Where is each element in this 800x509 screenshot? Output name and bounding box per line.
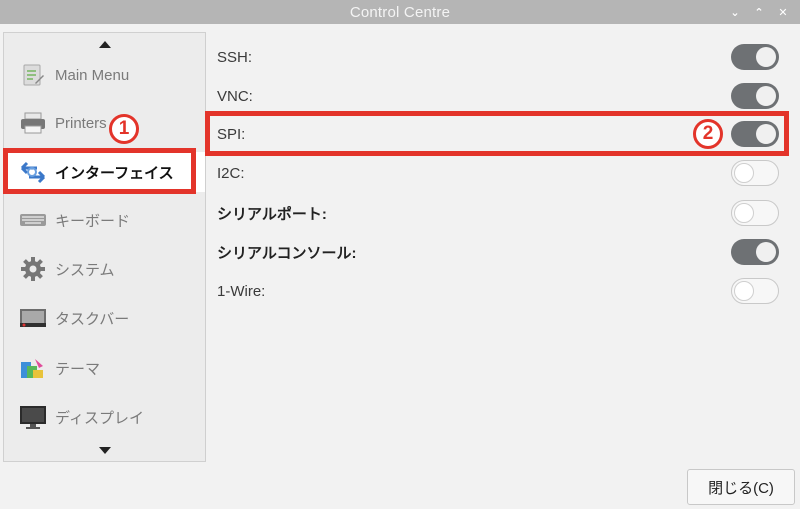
interface-label: シリアルポート: (217, 205, 327, 223)
interface-label: SSH: (217, 48, 253, 66)
vnc-toggle[interactable] (731, 83, 779, 109)
interface-row-1wire: 1-Wire: (208, 272, 798, 310)
interfaces-icon (19, 159, 47, 185)
interface-label: シリアルコンソール: (217, 244, 357, 262)
interface-label: 1-Wire: (217, 282, 266, 300)
taskbar-icon (19, 305, 47, 331)
toggle-knob (756, 86, 776, 106)
toggle-knob (756, 124, 776, 144)
interface-label: I2C: (217, 164, 245, 182)
window-controls: ⌄ ⌃ ✕ (726, 0, 792, 24)
sidebar-item-label: テーマ (55, 360, 101, 378)
serial-console-toggle[interactable] (731, 239, 779, 265)
display-icon (19, 404, 47, 430)
toggle-knob (756, 242, 776, 262)
main-menu-icon (19, 62, 47, 88)
sidebar-item-label: ディスプレイ (55, 409, 144, 427)
interface-row-i2c: I2C: (208, 154, 798, 192)
minimize-button[interactable]: ⌄ (726, 3, 744, 21)
arrow-down-icon (98, 446, 111, 454)
keyboard-icon (19, 207, 47, 233)
sidebar-item-theme[interactable]: テーマ (4, 348, 205, 388)
interfaces-panel: SSH: VNC: SPI: I2C: シリアルポート: シリアルコンソール: … (208, 32, 798, 462)
step-1-badge: 1 (109, 114, 139, 144)
sidebar-item-label: システム (55, 261, 115, 279)
sidebar-item-label: キーボード (55, 212, 131, 230)
interface-row-serial-console: シリアルコンソール: (208, 233, 798, 271)
theme-icon (19, 355, 47, 381)
sidebar-item-label: Main Menu (55, 66, 130, 84)
sidebar-item-taskbar[interactable]: タスクバー (4, 298, 205, 338)
spi-toggle[interactable] (731, 121, 779, 147)
interface-row-ssh: SSH: (208, 38, 798, 76)
toggle-knob (734, 203, 754, 223)
title-bar: Control Centre ⌄ ⌃ ✕ (0, 0, 800, 24)
interface-label: SPI: (217, 125, 246, 143)
toggle-knob (734, 163, 754, 183)
interface-row-vnc: VNC: (208, 77, 798, 115)
interface-label: VNC: (217, 87, 253, 105)
ssh-toggle[interactable] (731, 44, 779, 70)
window-title: Control Centre (349, 3, 451, 21)
step-2-badge: 2 (693, 119, 723, 149)
close-button[interactable]: 閉じる(C) (687, 469, 795, 505)
sidebar-item-main-menu[interactable]: Main Menu (4, 55, 205, 95)
sidebar-item-label: インターフェイス (55, 164, 174, 182)
sidebar-item-printers[interactable]: Printers (4, 103, 205, 143)
one-wire-toggle[interactable] (731, 278, 779, 304)
maximize-button[interactable]: ⌃ (750, 3, 768, 21)
sidebar-scroll-down[interactable] (4, 443, 205, 457)
close-window-button[interactable]: ✕ (774, 3, 792, 21)
serial-port-toggle[interactable] (731, 200, 779, 226)
toggle-knob (756, 47, 776, 67)
i2c-toggle[interactable] (731, 160, 779, 186)
sidebar-item-system[interactable]: システム (4, 249, 205, 289)
sidebar-item-keyboard[interactable]: キーボード (4, 200, 205, 240)
interface-row-serial-port: シリアルポート: (208, 194, 798, 232)
sidebar-item-display[interactable]: ディスプレイ (4, 397, 205, 437)
sidebar: Main Menu Printers インターフェイス キーボード システム タ… (3, 32, 206, 462)
sidebar-item-label: Printers (55, 114, 107, 132)
sidebar-item-interfaces[interactable]: インターフェイス (4, 152, 205, 192)
sidebar-item-label: タスクバー (55, 310, 130, 328)
arrow-up-icon (98, 40, 111, 48)
system-gear-icon (19, 256, 47, 282)
sidebar-scroll-up[interactable] (4, 37, 205, 51)
toggle-knob (734, 281, 754, 301)
printer-icon (19, 110, 47, 136)
